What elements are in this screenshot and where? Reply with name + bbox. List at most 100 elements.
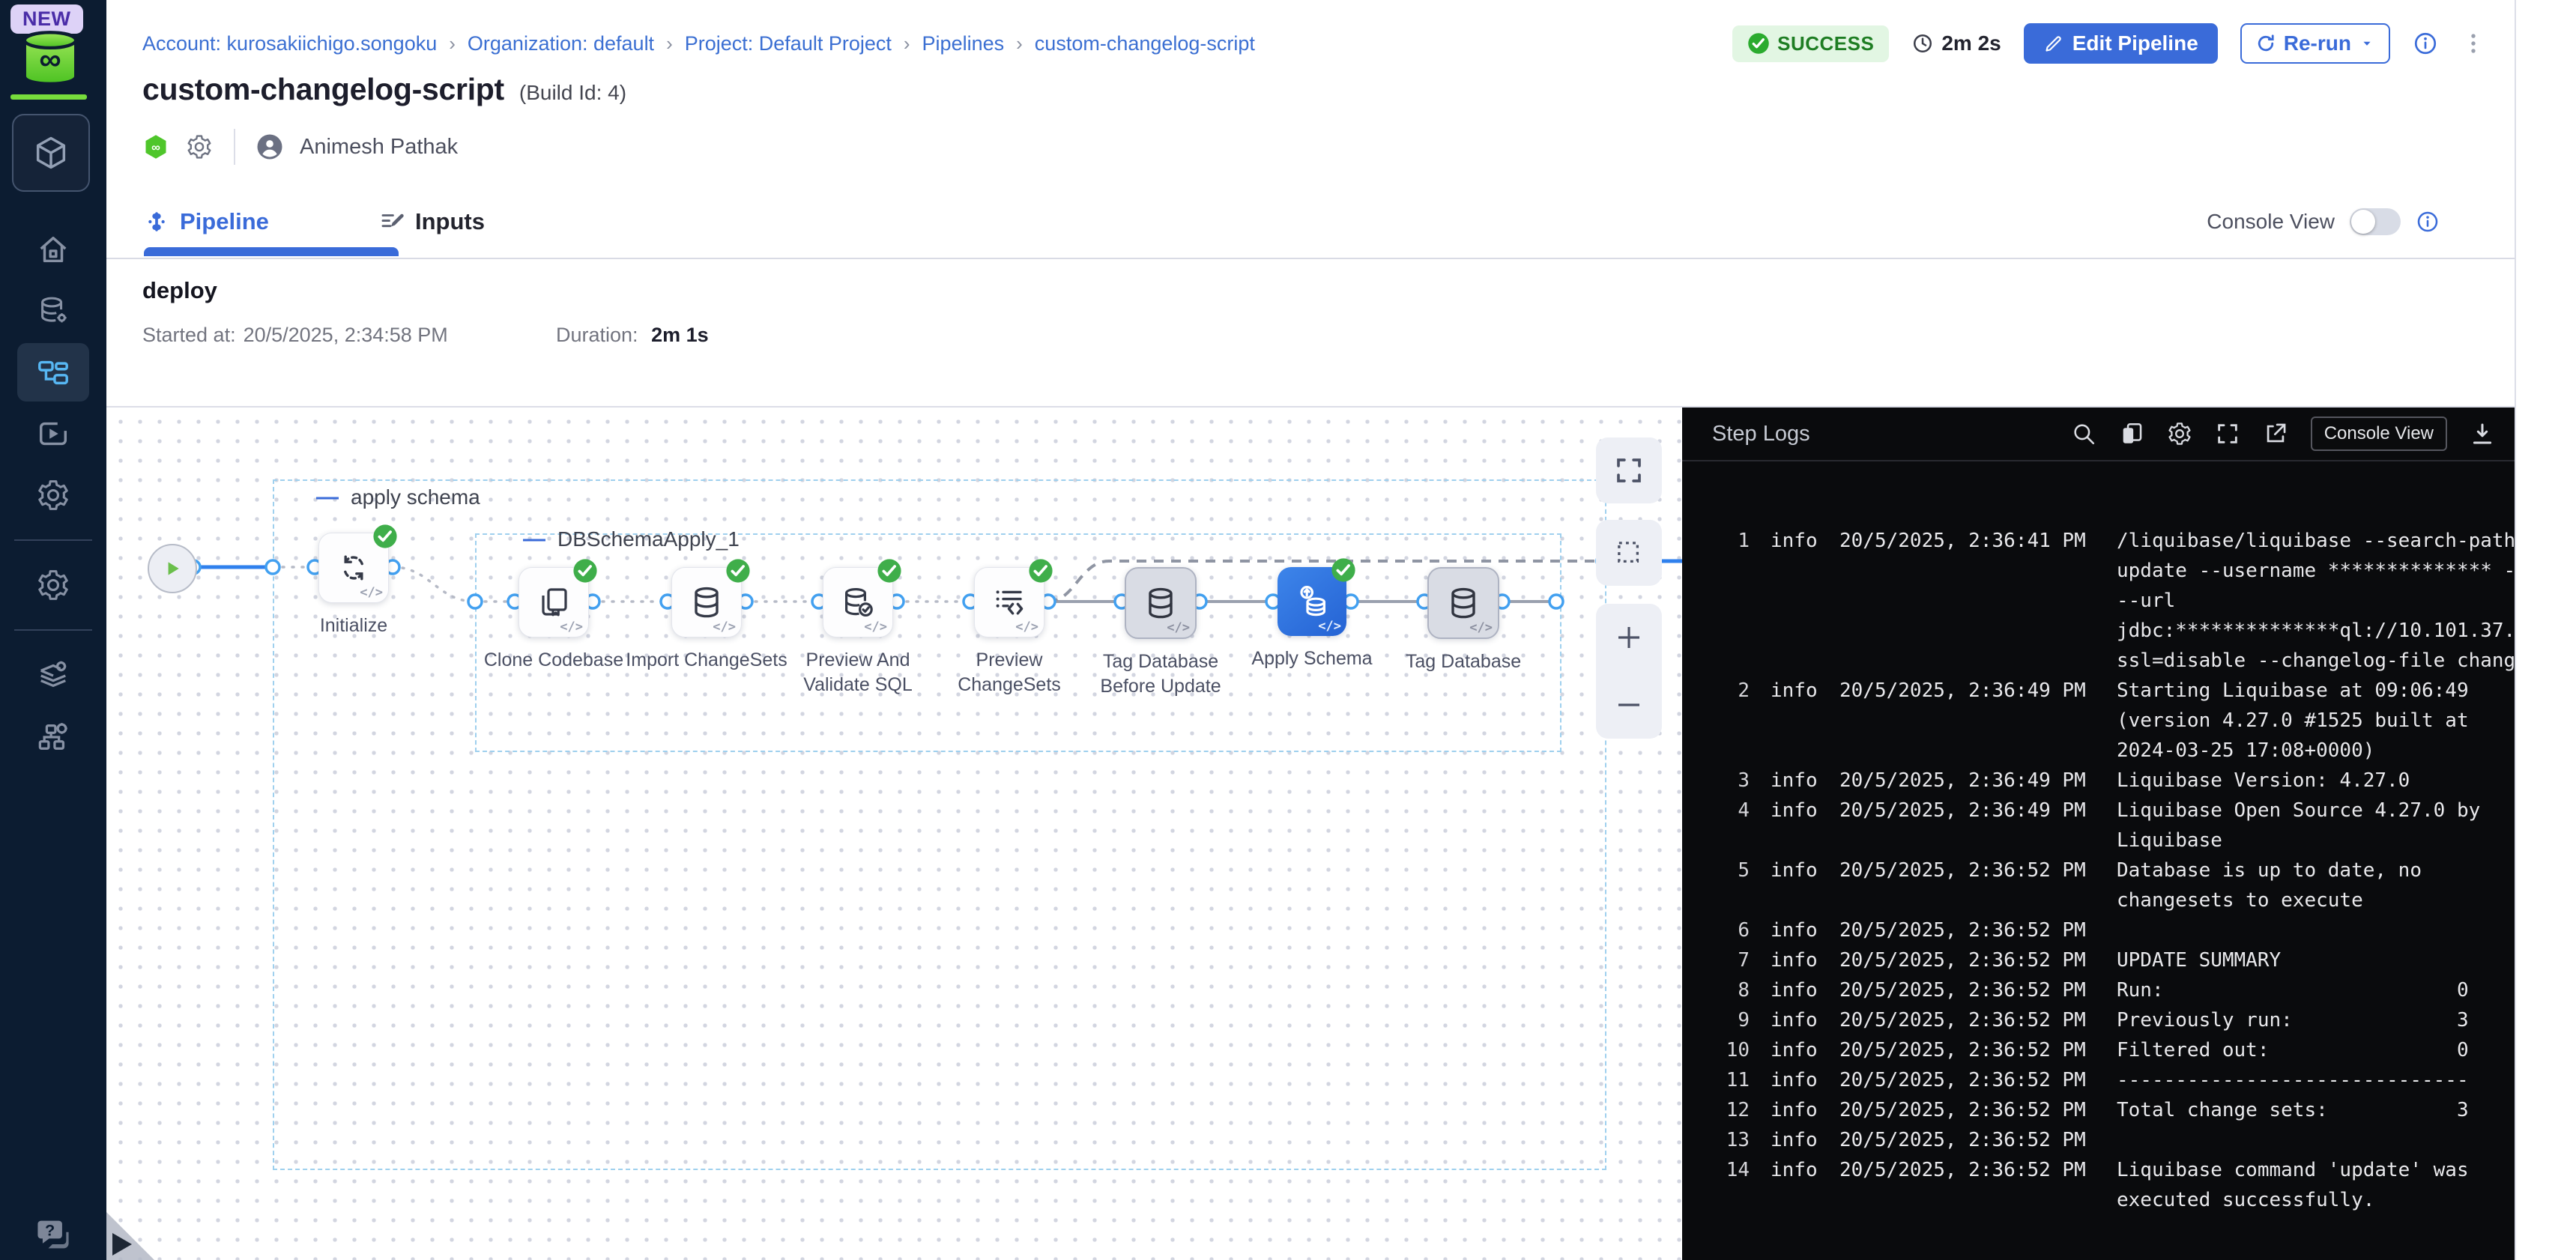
- logo-underline: [10, 94, 87, 100]
- zoom-in-button[interactable]: [1613, 622, 1645, 653]
- zoom-out-button[interactable]: [1613, 689, 1645, 721]
- collapse-icon[interactable]: —: [523, 536, 545, 543]
- log-level: info: [1750, 1035, 1824, 1065]
- log-message: Filtered out: 0: [2117, 1035, 2515, 1065]
- log-line-number: 10: [1705, 1035, 1750, 1065]
- log-line: 12info20/5/2025, 2:36:52 PMTotal change …: [1682, 1095, 2515, 1125]
- breadcrumb-separator: ›: [1016, 32, 1023, 55]
- search-logs-icon[interactable]: [2071, 421, 2096, 446]
- log-line: --url: [1682, 586, 2515, 616]
- pipeline-start-node[interactable]: [148, 544, 197, 593]
- log-line: 3info20/5/2025, 2:36:49 PMLiquibase Vers…: [1682, 766, 2515, 796]
- breadcrumb-link[interactable]: Account: kurosakiichigo.songoku: [142, 32, 437, 55]
- log-line: 5info20/5/2025, 2:36:52 PMDatabase is up…: [1682, 855, 2515, 885]
- console-view-button[interactable]: Console View: [2311, 417, 2447, 451]
- console-view-toggle[interactable]: [2350, 208, 2401, 235]
- sidebar-divider: [14, 629, 92, 631]
- listcode-icon: [991, 584, 1027, 620]
- home-icon: [36, 232, 70, 267]
- breadcrumb-link[interactable]: custom-changelog-script: [1035, 32, 1255, 55]
- stepgroup-label[interactable]: — DBSchemaApply_1: [523, 527, 740, 551]
- success-check-icon: [1028, 558, 1053, 584]
- sidebar-item-database-settings[interactable]: [17, 282, 89, 340]
- started-at-label: Started at:: [142, 324, 236, 347]
- log-level: info: [1750, 1095, 1824, 1125]
- ci-module-badge-icon: ∞: [142, 133, 169, 160]
- breadcrumb-link[interactable]: Organization: default: [468, 32, 654, 55]
- tab-pipeline-label: Pipeline: [180, 208, 269, 235]
- sidebar-nav: [0, 219, 106, 767]
- stage-name: deploy: [142, 277, 217, 304]
- collapse-icon[interactable]: —: [316, 494, 339, 501]
- cube-module-icon: [31, 133, 70, 172]
- pipeline-node-initialize[interactable]: </>Initialize: [264, 533, 444, 638]
- success-check-icon: [372, 524, 398, 549]
- play-icon: [163, 559, 182, 578]
- log-message: Liquibase Open Source 4.27.0 by: [2117, 796, 2515, 826]
- log-line: 7info20/5/2025, 2:36:52 PMUPDATE SUMMARY: [1682, 945, 2515, 975]
- sidebar-item-pipelines[interactable]: [17, 343, 89, 402]
- marquee-select-icon: [1613, 537, 1645, 569]
- kebab-menu-icon[interactable]: [2461, 31, 2486, 56]
- breadcrumb-link[interactable]: Project: Default Project: [685, 32, 892, 55]
- log-line-number: 12: [1705, 1095, 1750, 1125]
- refresh-icon: [2255, 33, 2276, 54]
- log-timestamp: 20/5/2025, 2:36:52 PM: [1824, 915, 2117, 945]
- open-external-icon[interactable]: [2263, 421, 2288, 446]
- harness-dbops-logo[interactable]: ∞: [19, 30, 81, 84]
- sidebar-item-project-settings[interactable]: [17, 556, 89, 614]
- log-line: 9info20/5/2025, 2:36:52 PMPreviously run…: [1682, 1005, 2515, 1035]
- download-logs-icon[interactable]: [2470, 421, 2495, 446]
- log-level: info: [1750, 915, 1824, 945]
- log-timestamp: 20/5/2025, 2:36:41 PM: [1824, 526, 2117, 556]
- node-label: Preview ChangeSets: [923, 648, 1095, 697]
- breadcrumb-link[interactable]: Pipelines: [922, 32, 1005, 55]
- fit-to-screen-button[interactable]: [1596, 437, 1662, 503]
- pipelines-icon: [36, 355, 70, 390]
- tab-pipeline[interactable]: Pipeline: [144, 187, 269, 256]
- breadcrumb: Account: kurosakiichigo.songoku › Organiza…: [142, 22, 1255, 64]
- log-line: update --username ************** --pa: [1682, 556, 2515, 586]
- tab-inputs[interactable]: Inputs: [379, 187, 485, 256]
- pipeline-node-tag-database[interactable]: </>Tag Database: [1373, 567, 1553, 674]
- node-label: Apply Schema: [1251, 646, 1372, 671]
- sidebar-item-environments-layers[interactable]: [17, 646, 89, 704]
- log-line-number: 3: [1705, 766, 1750, 796]
- info-icon[interactable]: [2416, 210, 2440, 234]
- marquee-select-button[interactable]: [1596, 520, 1662, 586]
- stage-label[interactable]: — apply schema: [316, 485, 480, 509]
- sidebar-item-executions[interactable]: [17, 405, 89, 463]
- log-line: 10info20/5/2025, 2:36:52 PMFiltered out:…: [1682, 1035, 2515, 1065]
- pipeline-canvas[interactable]: — apply schema — DBSchemaApply_1 </>Init…: [106, 408, 1682, 1260]
- duration-value: 2m 2s: [1941, 31, 2001, 55]
- module-selector-button[interactable]: [12, 114, 90, 192]
- log-timestamp: 20/5/2025, 2:36:49 PM: [1824, 796, 2117, 826]
- sidebar-item-org-hierarchy[interactable]: [17, 707, 89, 766]
- code-glyph: </>: [360, 585, 383, 600]
- log-level: info: [1750, 1065, 1824, 1095]
- expand-logs-icon[interactable]: [2215, 421, 2240, 446]
- gear-icon[interactable]: [186, 133, 213, 160]
- sidebar-item-home[interactable]: [17, 220, 89, 279]
- run-duration: 2m 2s: [1911, 31, 2001, 55]
- database-icon: [1445, 585, 1481, 621]
- log-timestamp: 20/5/2025, 2:36:52 PM: [1824, 975, 2117, 1005]
- rerun-button[interactable]: Re-run: [2240, 23, 2390, 64]
- rerun-label: Re-run: [2284, 31, 2351, 55]
- sync-icon: [336, 550, 372, 586]
- log-level: info: [1750, 975, 1824, 1005]
- fit-screen-icon: [1613, 455, 1645, 486]
- sidebar-item-settings[interactable]: [17, 466, 89, 524]
- expand-panel-icon[interactable]: [112, 1233, 132, 1256]
- svg-text:∞: ∞: [151, 141, 160, 154]
- edit-pipeline-button[interactable]: Edit Pipeline: [2024, 23, 2218, 64]
- log-settings-gear-icon[interactable]: [2167, 421, 2192, 446]
- help-chat-icon[interactable]: ?: [34, 1215, 73, 1254]
- info-icon[interactable]: [2413, 31, 2438, 56]
- stage-duration-label: Duration:: [556, 324, 638, 346]
- pipeline-tab-icon: [144, 209, 169, 234]
- log-lines[interactable]: 1info20/5/2025, 2:36:41 PM/liquibase/liq…: [1682, 460, 2515, 1260]
- copy-logs-icon[interactable]: [2119, 421, 2144, 446]
- log-line-number: 6: [1705, 915, 1750, 945]
- collapsed-right-drawer[interactable]: [2515, 0, 2576, 1260]
